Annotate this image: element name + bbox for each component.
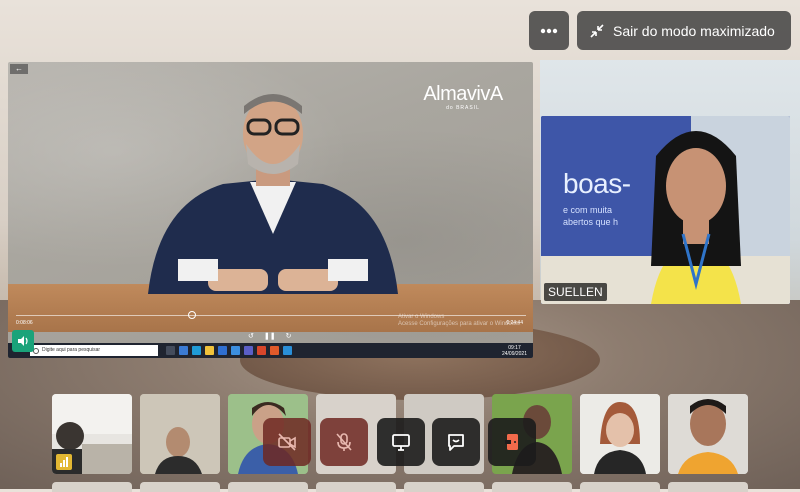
back-arrow-icon[interactable]: ← xyxy=(10,64,28,74)
office-icon[interactable] xyxy=(257,346,266,355)
rewind-icon[interactable]: ↺ xyxy=(248,332,254,340)
exit-maximized-label: Sair do modo maximizado xyxy=(613,22,775,39)
elapsed-time: 0:08:06 xyxy=(16,320,33,326)
participant-thumbnail[interactable] xyxy=(228,482,308,492)
participant-thumbnail[interactable] xyxy=(404,482,484,492)
participant-video-suellen[interactable]: boas- e com muita abertos que h SUELLEN xyxy=(541,116,790,304)
pause-icon[interactable]: ❚❚ xyxy=(264,332,276,340)
participant-thumbnail[interactable] xyxy=(52,482,132,492)
edge-icon[interactable] xyxy=(192,346,201,355)
taskbar-app-icons xyxy=(166,346,292,355)
exit-maximized-button[interactable]: Sair do modo maximizado xyxy=(577,11,791,50)
participant-thumbnail[interactable] xyxy=(580,482,660,492)
minimize-arrows-icon xyxy=(590,23,604,38)
signal-icon xyxy=(56,454,72,470)
folder-icon[interactable] xyxy=(205,346,214,355)
camera-off-icon xyxy=(278,433,296,451)
forward-icon[interactable]: ↻ xyxy=(286,332,292,340)
windows-taskbar: Digite aqui para pesquisar 09:17 24/09/2… xyxy=(8,343,533,358)
shared-screen-video[interactable]: ← AlmavivA do BRASIL 0:08:06 0:24:44 Ati… xyxy=(8,62,533,358)
participant-thumbnail[interactable] xyxy=(316,482,396,492)
participant-name-label: SUELLEN xyxy=(544,283,607,301)
taskbar-clock: 09:17 24/09/2021 xyxy=(501,344,527,357)
mic-off-icon xyxy=(336,433,352,451)
widgets-icon[interactable] xyxy=(179,346,188,355)
store-icon[interactable] xyxy=(218,346,227,355)
audio-button[interactable] xyxy=(12,330,34,352)
leave-call-button[interactable] xyxy=(488,418,536,466)
reactions-button[interactable] xyxy=(432,418,480,466)
reaction-smile-icon xyxy=(448,434,464,451)
mail-icon[interactable] xyxy=(231,346,240,355)
participant-thumbnail[interactable] xyxy=(580,394,660,474)
windows-activation-watermark: Ativar o Windows Acesse Configurações pa… xyxy=(398,314,521,327)
taskview-icon[interactable] xyxy=(166,346,175,355)
presenter-figure xyxy=(148,94,398,294)
participant-figure xyxy=(668,394,748,474)
participant-figure xyxy=(651,131,741,304)
participant-figure xyxy=(140,394,220,474)
participant-thumbnail[interactable] xyxy=(668,394,748,474)
speaker-icon xyxy=(18,336,28,346)
participant-strip-second-row xyxy=(52,482,748,492)
media-controls: ↺ ❚❚ ↻ xyxy=(248,332,291,340)
participant-figure xyxy=(580,394,660,474)
camera-toggle-button[interactable] xyxy=(263,418,311,466)
screen-share-button[interactable] xyxy=(377,418,425,466)
participant-thumbnail[interactable] xyxy=(140,394,220,474)
more-dots-icon xyxy=(540,28,558,33)
teams-icon[interactable] xyxy=(244,346,253,355)
media-icon[interactable] xyxy=(270,346,279,355)
participant-thumbnail[interactable] xyxy=(492,482,572,492)
taskbar-search-input[interactable]: Digite aqui para pesquisar xyxy=(30,345,158,356)
company-logo: AlmavivA do BRASIL xyxy=(423,83,503,111)
app-icon[interactable] xyxy=(283,346,292,355)
more-options-button[interactable] xyxy=(529,11,569,50)
participant-thumbnail[interactable] xyxy=(52,394,132,474)
participant-thumbnail[interactable] xyxy=(668,482,748,492)
participant-thumbnail[interactable] xyxy=(140,482,220,492)
video-progress-handle[interactable] xyxy=(188,311,196,319)
screen-share-icon xyxy=(392,434,410,451)
mic-toggle-button[interactable] xyxy=(320,418,368,466)
leave-door-icon xyxy=(505,434,518,450)
